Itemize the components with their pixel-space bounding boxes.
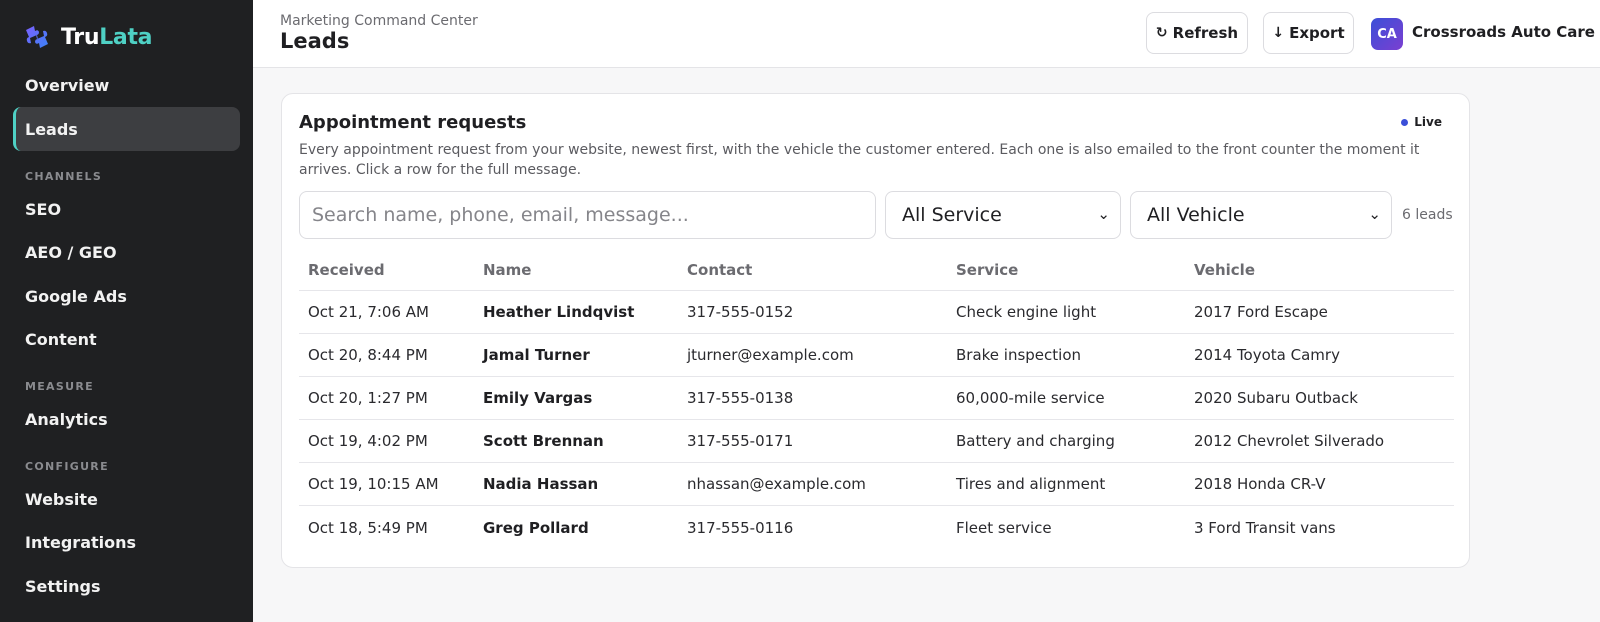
table-header-row: Received Name Contact Service Vehicle — [299, 249, 1454, 291]
cell-name: Emily Vargas — [483, 389, 593, 407]
sidebar-item-label: Google Ads — [25, 286, 127, 306]
cell-contact: 317-555-0116 — [687, 518, 794, 537]
table-row[interactable]: Oct 20, 8:44 PM Jamal Turner jturner@exa… — [299, 334, 1454, 377]
sidebar-item-label: SEO — [25, 199, 62, 219]
sidebar-item-overview[interactable]: Overview — [13, 63, 240, 107]
chevron-down-icon: ⌄ — [1097, 205, 1110, 223]
sidebar-item-integrations[interactable]: Integrations — [13, 520, 240, 564]
column-header-vehicle[interactable]: Vehicle — [1194, 249, 1255, 290]
sidebar-item-website[interactable]: Website — [13, 477, 240, 521]
cell-service: Fleet service — [956, 518, 1052, 537]
sidebar-section-configure: CONFIGURE — [25, 460, 109, 473]
cell-received: Oct 19, 4:02 PM — [308, 432, 428, 450]
table-row[interactable]: Oct 20, 1:27 PM Emily Vargas 317-555-013… — [299, 377, 1454, 420]
page-title: Leads — [280, 29, 350, 53]
cell-received: Oct 21, 7:06 AM — [308, 303, 429, 321]
cell-name: Scott Brennan — [483, 432, 604, 450]
live-dot-icon — [1401, 118, 1409, 126]
column-header-name[interactable]: Name — [483, 249, 531, 290]
cell-received: Oct 19, 10:15 AM — [308, 475, 439, 493]
cell-name: Nadia Hassan — [483, 475, 599, 493]
export-button[interactable]: ↓ Export — [1263, 12, 1354, 54]
cell-received: Oct 20, 1:27 PM — [308, 389, 428, 407]
avatar[interactable]: CA — [1371, 18, 1403, 50]
column-header-received[interactable]: Received — [308, 249, 385, 290]
cell-service: Battery and charging — [956, 432, 1115, 450]
search-input[interactable] — [299, 191, 876, 239]
appointment-requests-card: Appointment requests Live Every appointm… — [281, 93, 1470, 568]
sidebar-item-label: Overview — [25, 75, 110, 95]
vehicle-filter-value: All Vehicle — [1147, 204, 1245, 226]
sidebar-item-label: Leads — [25, 119, 78, 139]
table-row[interactable]: Oct 19, 4:02 PM Scott Brennan 317-555-01… — [299, 420, 1454, 463]
live-indicator: Live — [1401, 115, 1442, 129]
cell-contact: nhassan@example.com — [687, 475, 866, 493]
table-row[interactable]: Oct 19, 10:15 AM Nadia Hassan nhassan@ex… — [299, 463, 1454, 506]
refresh-button[interactable]: ↻ Refresh — [1146, 12, 1248, 54]
sidebar-item-label: Integrations — [25, 532, 137, 552]
live-label: Live — [1414, 115, 1442, 129]
sidebar-item-label: Website — [25, 489, 98, 509]
card-title: Appointment requests — [299, 112, 527, 133]
cell-vehicle: 2012 Chevrolet Silverado — [1194, 432, 1385, 450]
table-row[interactable]: Oct 21, 7:06 AM Heather Lindqvist 317-55… — [299, 291, 1454, 334]
sidebar: TruLata Overview Leads CHANNELS SEO AEO … — [0, 0, 253, 622]
puzzle-logo-icon — [26, 26, 48, 48]
cell-service: Brake inspection — [956, 346, 1082, 364]
cell-vehicle: 3 Ford Transit vans — [1194, 518, 1336, 537]
sidebar-section-channels: CHANNELS — [25, 170, 103, 183]
cell-contact: 317-555-0152 — [687, 303, 794, 321]
breadcrumb: Marketing Command Center — [280, 13, 478, 29]
cell-received: Oct 18, 5:49 PM — [308, 518, 428, 537]
export-label: Export — [1289, 24, 1345, 42]
brand[interactable]: TruLata — [22, 22, 153, 52]
cell-name: Heather Lindqvist — [483, 303, 635, 321]
service-filter-value: All Service — [902, 204, 1002, 226]
sidebar-item-google-ads[interactable]: Google Ads — [13, 274, 240, 318]
leads-table: Received Name Contact Service Vehicle Oc… — [299, 249, 1454, 549]
refresh-label: Refresh — [1172, 24, 1239, 42]
cell-contact: 317-555-0171 — [687, 432, 794, 450]
sidebar-item-aeo-geo[interactable]: AEO / GEO — [13, 230, 240, 274]
column-header-contact[interactable]: Contact — [687, 249, 752, 290]
sidebar-item-label: Settings — [25, 576, 101, 596]
card-description: Every appointment request from your webs… — [299, 142, 1420, 178]
sidebar-item-analytics[interactable]: Analytics — [13, 397, 240, 441]
sidebar-item-label: Content — [25, 329, 97, 349]
sidebar-section-measure: MEASURE — [25, 380, 94, 393]
cell-contact: jturner@example.com — [687, 346, 854, 364]
cell-name: Jamal Turner — [483, 346, 590, 364]
cell-vehicle: 2018 Honda CR-V — [1194, 475, 1326, 493]
cell-vehicle: 2020 Subaru Outback — [1194, 389, 1358, 407]
brand-name: TruLata — [61, 24, 153, 50]
org-name[interactable]: Crossroads Auto Care — [1412, 23, 1595, 41]
column-header-service[interactable]: Service — [956, 249, 1018, 290]
sidebar-item-label: Analytics — [25, 409, 108, 429]
cell-vehicle: 2017 Ford Escape — [1194, 303, 1328, 321]
chevron-down-icon: ⌄ — [1368, 205, 1381, 223]
cell-service: Check engine light — [956, 303, 1097, 321]
top-header: Marketing Command Center Leads ↻ Refresh … — [253, 0, 1600, 68]
cell-service: 60,000-mile service — [956, 389, 1105, 407]
sidebar-item-seo[interactable]: SEO — [13, 187, 240, 231]
arrow-down-icon: ↓ — [1272, 25, 1285, 41]
cell-vehicle: 2014 Toyota Camry — [1194, 346, 1340, 364]
vehicle-filter-select[interactable]: All Vehicle ⌄ — [1130, 191, 1392, 239]
sidebar-item-content[interactable]: Content — [13, 317, 240, 361]
service-filter-select[interactable]: All Service ⌄ — [885, 191, 1121, 239]
sidebar-item-leads[interactable]: Leads — [13, 107, 240, 151]
sidebar-item-label: AEO / GEO — [25, 242, 117, 262]
refresh-icon: ↻ — [1155, 25, 1168, 41]
cell-service: Tires and alignment — [956, 475, 1106, 493]
cell-contact: 317-555-0138 — [687, 389, 794, 407]
lead-count: 6 leads — [1402, 207, 1453, 223]
cell-received: Oct 20, 8:44 PM — [308, 346, 428, 364]
sidebar-item-settings[interactable]: Settings — [13, 564, 240, 608]
cell-name: Greg Pollard — [483, 518, 589, 537]
table-row[interactable]: Oct 18, 5:49 PM Greg Pollard 317-555-011… — [299, 506, 1454, 549]
